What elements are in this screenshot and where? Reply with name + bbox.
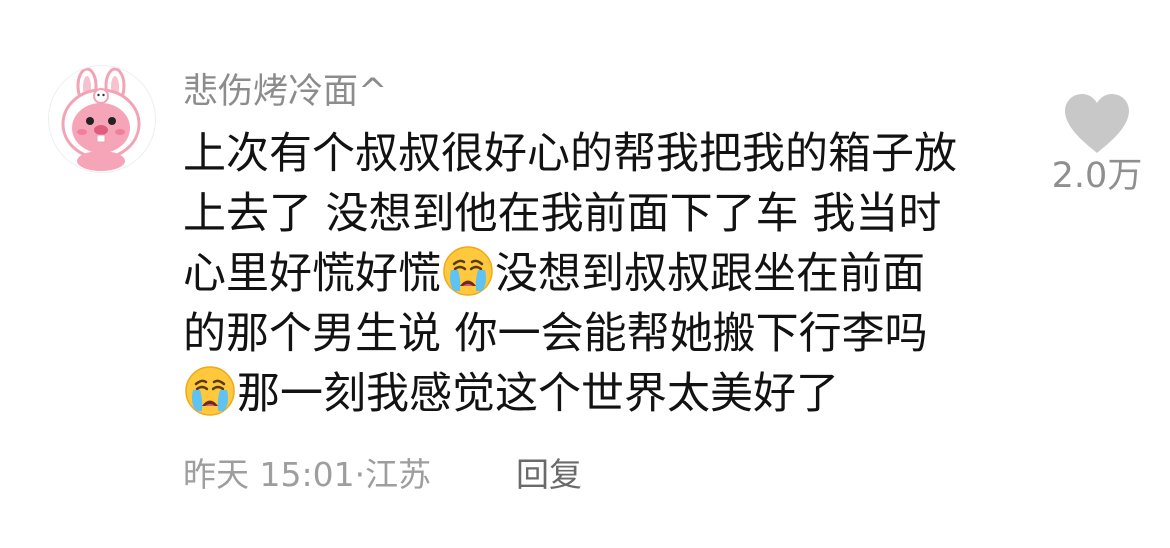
crying-face-icon	[443, 246, 493, 296]
comment-line: 那一刻我感觉这个世界太美好了	[183, 364, 1003, 424]
bunny-avatar-icon	[49, 66, 155, 172]
comment-line: 上去了 没想到他在我前面下了车 我当时	[183, 189, 942, 239]
like-button[interactable]	[1062, 92, 1132, 156]
reply-button[interactable]: 回复	[516, 452, 582, 498]
location: 江苏	[365, 455, 432, 494]
heart-icon	[1065, 94, 1129, 153]
comment-meta: 昨天 15:01·江苏	[183, 452, 431, 498]
meta-separator: ·	[354, 455, 366, 494]
timestamp: 昨天 15:01	[183, 455, 355, 494]
comment-line: 上次有个叔叔很好心的帮我把我的箱子放	[183, 129, 957, 179]
username[interactable]: 悲伤烤冷面^	[183, 68, 387, 116]
like-count: 2.0万	[1051, 156, 1143, 196]
comment-line: 的那个男生说 你一会能帮她搬下行李吗	[183, 309, 928, 359]
avatar[interactable]	[49, 66, 155, 172]
comment-text: 上次有个叔叔很好心的帮我把我的箱子放 上去了 没想到他在我前面下了车 我当时 心…	[183, 124, 1003, 424]
crying-face-icon	[185, 366, 235, 416]
comment-line: 心里好慌好慌 没想到叔叔跟坐在前面	[183, 244, 1003, 304]
